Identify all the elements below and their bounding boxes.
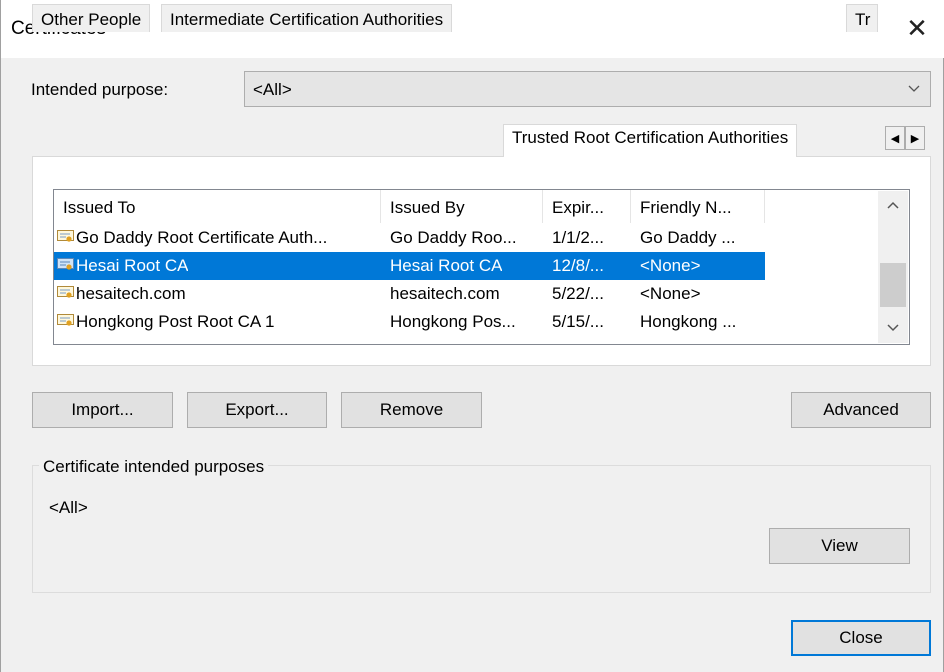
view-button[interactable]: View (769, 528, 910, 564)
intended-purpose-dropdown[interactable]: <All> (244, 71, 931, 107)
certificates-dialog: Certificates ✕ Intended purpose: <All> O… (0, 0, 944, 672)
certificate-icon (57, 230, 74, 242)
cell-issued-to: Hongkong Post Root CA 1 (76, 312, 275, 331)
cell-issued-to: hesaitech.com (76, 284, 186, 303)
intended-purpose-value: <All> (253, 80, 292, 99)
tab-other-people[interactable]: Other People (32, 4, 151, 32)
cell-expiration: 1/1/2... (552, 228, 604, 247)
certificate-icon (57, 258, 74, 270)
advanced-button[interactable]: Advanced (791, 392, 931, 428)
cell-friendly-name: Hongkong ... (640, 312, 737, 331)
tab-trusted-root-ca[interactable]: Trusted Root Certification Authorities (503, 124, 798, 157)
cell-issued-to: Hesai Root CA (76, 256, 189, 275)
import-button[interactable]: Import... (32, 392, 173, 428)
tab-trusted-publishers[interactable]: Tr (846, 4, 878, 32)
cell-issued-to: Go Daddy Root Certificate Auth... (76, 228, 328, 247)
cell-friendly-name: <None> (640, 284, 701, 303)
cell-issued-by: Hesai Root CA (390, 256, 503, 275)
intended-purposes-value: <All> (49, 498, 88, 517)
column-header-issued-to[interactable]: Issued To (54, 190, 381, 223)
scroll-down-icon[interactable] (878, 316, 908, 340)
scrollbar-thumb[interactable] (880, 263, 906, 307)
column-header-expiration[interactable]: Expir... (543, 190, 631, 223)
certificate-icon (57, 286, 74, 298)
cell-issued-by: Go Daddy Roo... (390, 228, 517, 247)
cell-expiration: 12/8/... (552, 256, 604, 275)
remove-button[interactable]: Remove (341, 392, 482, 428)
scroll-up-icon[interactable] (878, 193, 908, 217)
tab-intermediate-ca[interactable]: Intermediate Certification Authorities (161, 4, 453, 32)
table-row[interactable]: hesaitech.com hesaitech.com 5/22/... <No… (54, 280, 765, 308)
table-row[interactable]: Hongkong Post Root CA 1 Hongkong Pos... … (54, 308, 765, 336)
cell-expiration: 5/15/... (552, 312, 604, 331)
chevron-down-icon (908, 80, 920, 96)
intended-purposes-group-title: Certificate intended purposes (39, 457, 269, 477)
table-row[interactable]: Go Daddy Root Certificate Auth... Go Dad… (54, 224, 765, 252)
intended-purpose-label: Intended purpose: (31, 80, 169, 99)
cell-friendly-name: <None> (640, 256, 701, 275)
tab-scroll-left-icon[interactable]: ◀ (885, 126, 905, 150)
cell-expiration: 5/22/... (552, 284, 604, 303)
column-header-issued-by[interactable]: Issued By (381, 190, 543, 223)
close-button[interactable]: Close (791, 620, 931, 656)
table-row-selected[interactable]: Hesai Root CA Hesai Root CA 12/8/... <No… (54, 252, 765, 280)
certificate-icon (57, 314, 74, 326)
cell-issued-by: hesaitech.com (390, 284, 500, 303)
tab-scroll-right-icon[interactable]: ▶ (905, 126, 925, 150)
cell-issued-by: Hongkong Pos... (390, 312, 516, 331)
column-header-friendly-name[interactable]: Friendly N... (631, 190, 765, 223)
certificate-list[interactable]: Issued To Issued By Expir... Friendly N.… (53, 189, 910, 345)
cell-friendly-name: Go Daddy ... (640, 228, 736, 247)
close-icon[interactable]: ✕ (899, 10, 935, 46)
list-scrollbar[interactable] (878, 191, 908, 343)
export-button[interactable]: Export... (187, 392, 327, 428)
